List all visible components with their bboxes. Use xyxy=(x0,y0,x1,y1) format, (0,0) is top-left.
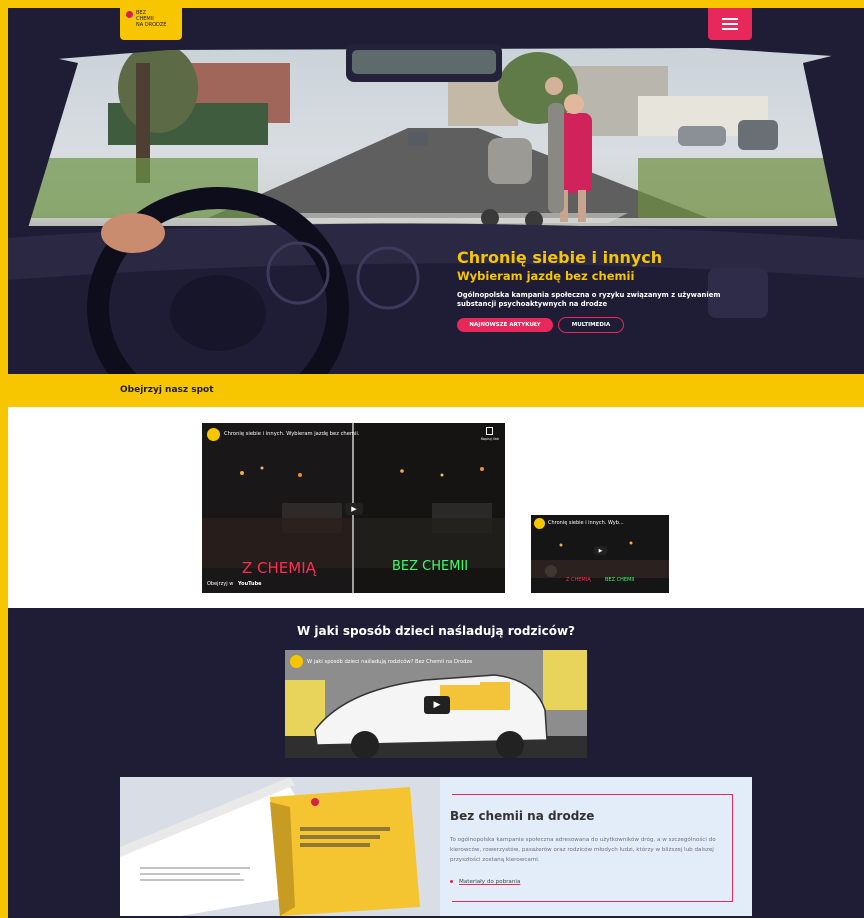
hamburger-icon xyxy=(722,18,738,30)
main-video-player[interactable]: Chronię siebie i innych. Wybieram jazdę … xyxy=(202,423,505,593)
hero-subtitle: Wybieram jazdę bez chemii xyxy=(457,269,635,283)
logo-mark-icon xyxy=(126,11,133,18)
info-card: Bez chemii na drodze To ogólnopolska kam… xyxy=(120,777,752,916)
copy-link-label[interactable]: Kopiuj link xyxy=(481,437,499,441)
left-neon-text: Z CHEMIĄ xyxy=(242,559,316,577)
hero-title: Chronię siebie i innych xyxy=(457,248,663,267)
hero-description: Ogólnopolska kampania społeczna o ryzyku… xyxy=(457,291,721,308)
watch-on-label: Obejrzyj w xyxy=(207,581,234,587)
page: BEZ CHEMII NA DRODZE Chronię siebie i in… xyxy=(8,8,864,918)
brochure-image xyxy=(120,777,440,916)
card-title: Bez chemii na drodze xyxy=(450,809,595,823)
main-video-title: Chronię siebie i innych. Wybieram jazdę … xyxy=(224,431,360,437)
left-neon-text: Z CHEMIĄ xyxy=(566,577,591,583)
youtube-logo[interactable]: YouTube xyxy=(238,581,262,587)
play-button[interactable]: ▶ xyxy=(345,503,363,515)
right-neon-text: BEZ CHEMII xyxy=(605,577,635,583)
play-button[interactable]: ▶ xyxy=(594,546,607,555)
channel-avatar-icon xyxy=(290,655,303,668)
menu-button[interactable] xyxy=(708,8,752,40)
logo-text: BEZ CHEMII NA DRODZE xyxy=(136,10,167,28)
parents-video-player[interactable]: W jaki sposób dzieci naśladują rodziców?… xyxy=(285,650,587,758)
hero-illustration xyxy=(8,8,864,374)
parents-section-title: W jaki sposób dzieci naśladują rodziców? xyxy=(296,624,576,638)
small-video-player[interactable]: Chronię siebie i innych. Wyb... ▶ Z CHEM… xyxy=(531,515,669,593)
channel-avatar-icon xyxy=(207,428,220,441)
right-neon-text: BEZ CHEMII xyxy=(392,559,469,574)
videos-section: Chronię siebie i innych. Wybieram jazdę … xyxy=(8,407,864,608)
play-button[interactable]: ▶ xyxy=(424,696,450,714)
channel-avatar-icon xyxy=(534,518,545,529)
card-text: To ogólnopolska kampania społeczna adres… xyxy=(450,837,716,863)
spot-bar: Obejrzyj nasz spot xyxy=(8,374,864,407)
spot-label: Obejrzyj nasz spot xyxy=(120,385,214,395)
multimedia-button[interactable]: Multimedia xyxy=(558,317,624,333)
bullet-icon xyxy=(450,880,453,883)
logo[interactable]: BEZ CHEMII NA DRODZE xyxy=(120,8,182,40)
small-video-title: Chronię siebie i innych. Wyb... xyxy=(548,520,624,526)
hero-section: BEZ CHEMII NA DRODZE Chronię siebie i in… xyxy=(8,8,864,374)
copy-link-icon[interactable] xyxy=(486,427,493,435)
downloads-link[interactable]: Materiały do pobrania xyxy=(450,879,520,885)
parents-video-title: W jaki sposób dzieci naśladują rodziców?… xyxy=(307,659,473,665)
latest-articles-button[interactable]: Najnowsze artykuły xyxy=(457,318,553,332)
downloads-link-label[interactable]: Materiały do pobrania xyxy=(459,879,520,885)
